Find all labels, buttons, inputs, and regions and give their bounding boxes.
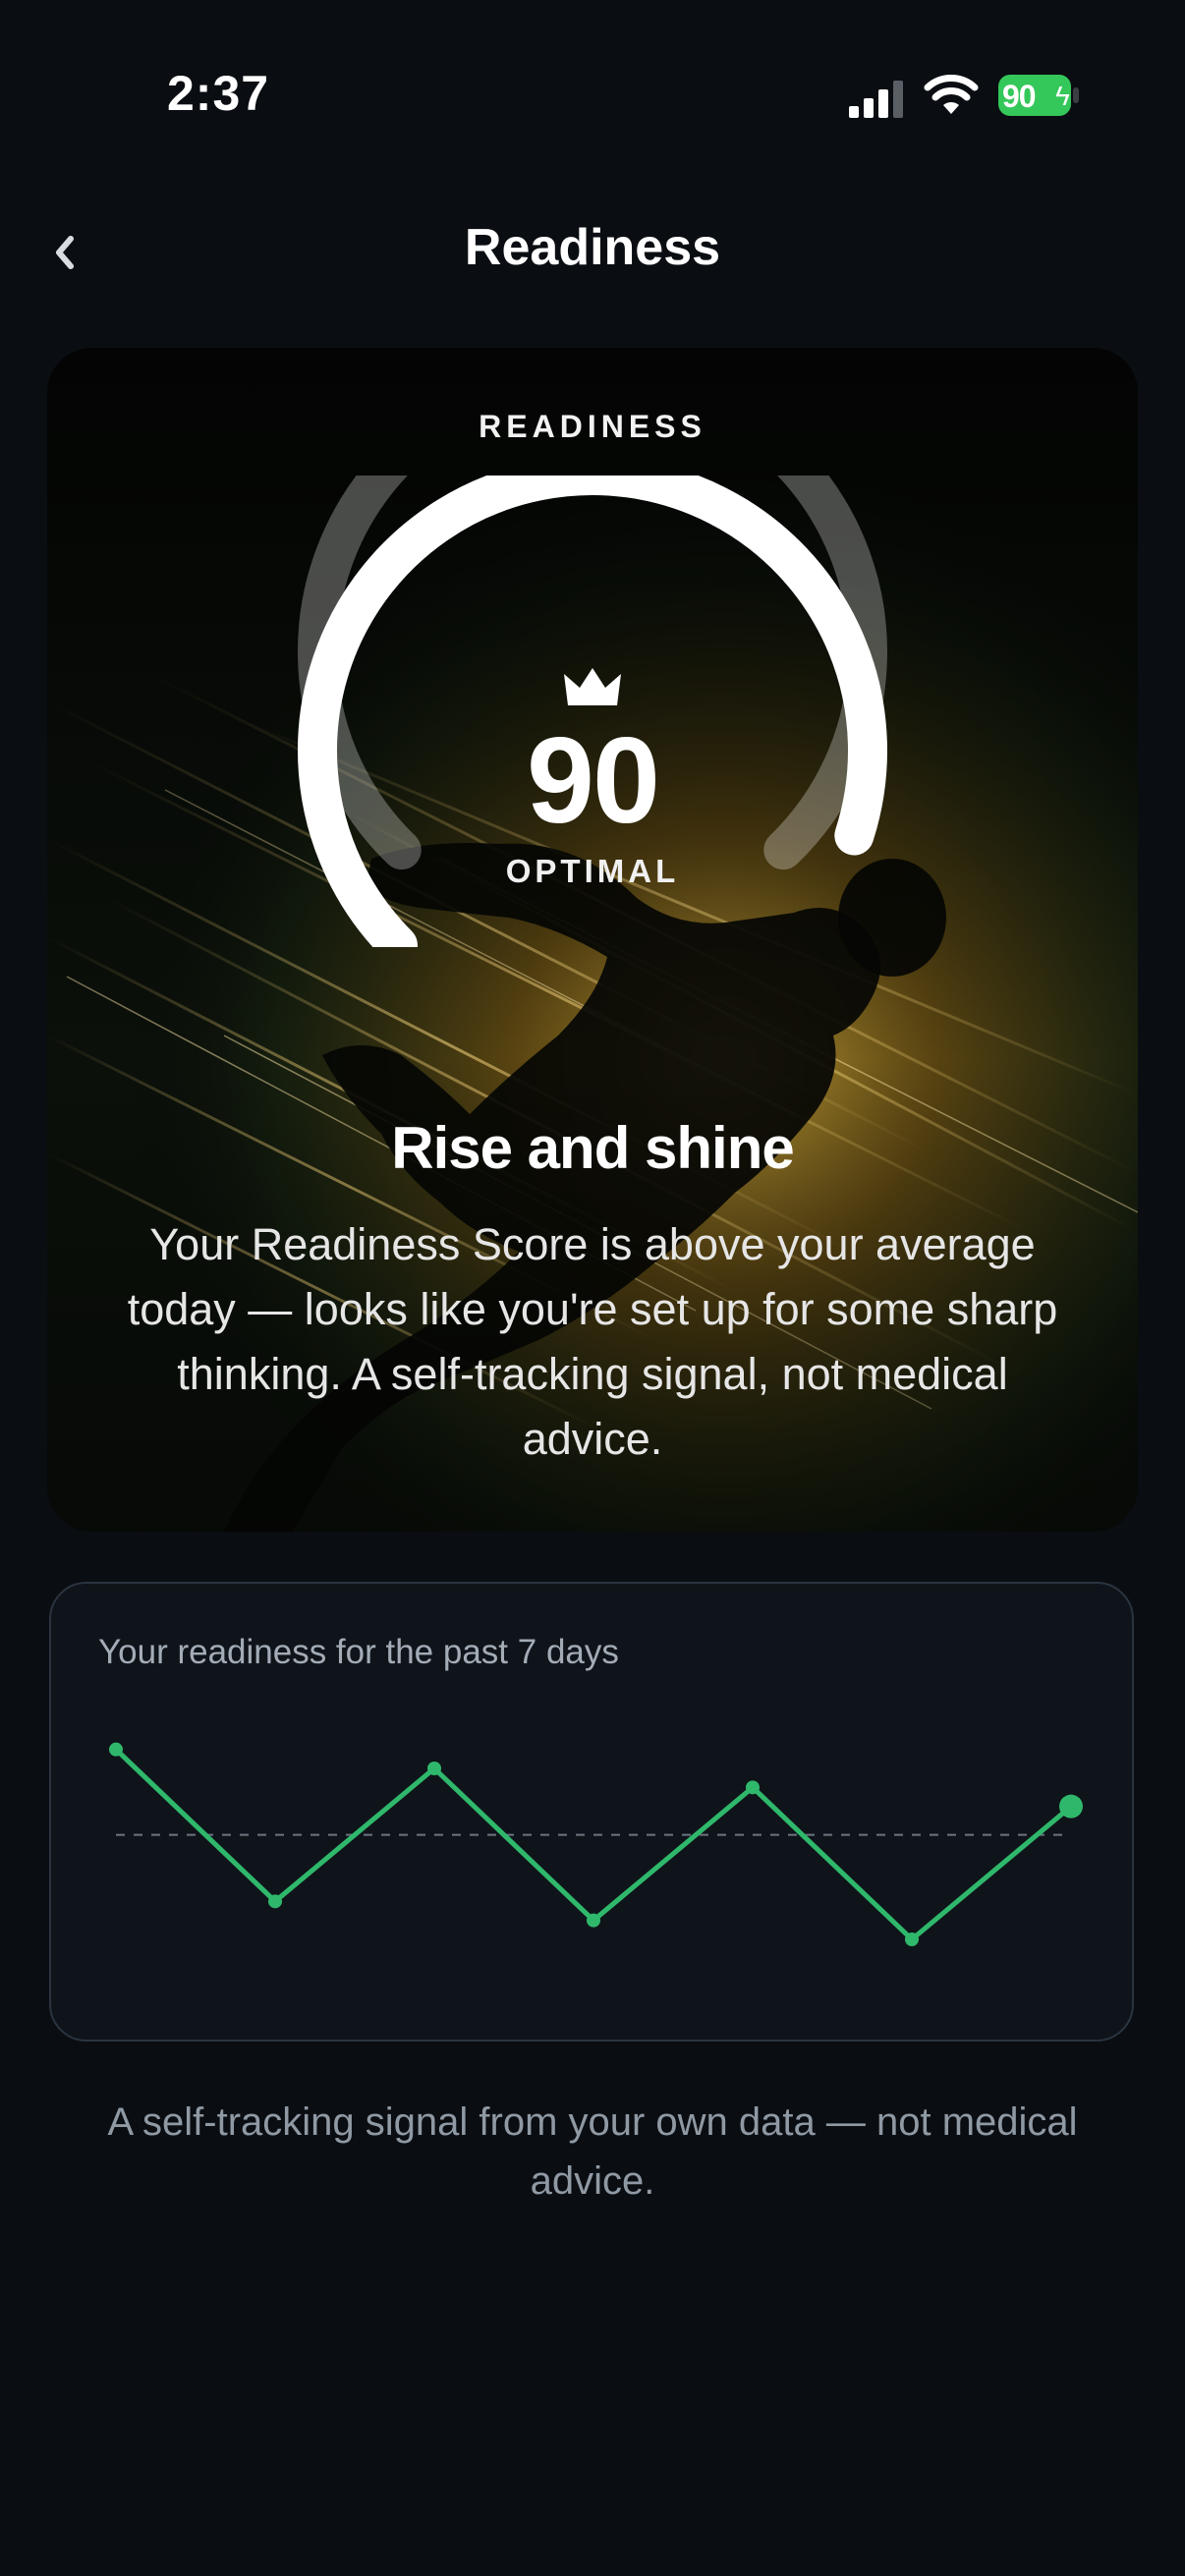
readiness-score: 90 bbox=[527, 713, 660, 849]
disclaimer-note: A self-tracking signal from your own dat… bbox=[107, 2100, 1078, 2203]
charging-bolt-icon: ϟ bbox=[1055, 81, 1070, 111]
status-time: 2:37 bbox=[167, 66, 270, 121]
data-point[interactable] bbox=[587, 1913, 600, 1928]
data-point[interactable] bbox=[109, 1742, 123, 1757]
data-point[interactable] bbox=[427, 1762, 441, 1775]
battery-level: 90 bbox=[1002, 79, 1037, 114]
status-bar: 2:37 90 ϟ bbox=[0, 0, 1185, 187]
readiness-trend-chart bbox=[109, 1742, 1083, 1946]
hero-headline: Rise and shine bbox=[391, 1115, 794, 1181]
readiness-trend-card[interactable]: Your readiness for the past 7 days bbox=[49, 1582, 1134, 2042]
battery-indicator: 90 ϟ bbox=[998, 75, 1079, 116]
readiness-series-line bbox=[114, 1747, 1073, 1942]
data-point[interactable] bbox=[268, 1894, 282, 1909]
crown-icon bbox=[564, 668, 621, 705]
data-point-today[interactable] bbox=[1059, 1794, 1083, 1819]
readiness-label: READINESS bbox=[479, 409, 706, 444]
readiness-hero-card: READINESS 90 OPTIMAL Rise and shine Your… bbox=[47, 348, 1138, 1532]
page-title: Readiness bbox=[464, 219, 721, 276]
hero-description: Your Readiness Score is above your avera… bbox=[127, 1219, 1058, 1464]
cellular-signal-icon bbox=[849, 81, 903, 118]
readiness-status: OPTIMAL bbox=[505, 853, 680, 889]
data-point[interactable] bbox=[746, 1780, 760, 1795]
data-point[interactable] bbox=[905, 1932, 919, 1946]
battery-cap bbox=[1073, 87, 1079, 103]
wifi-icon bbox=[924, 75, 979, 114]
